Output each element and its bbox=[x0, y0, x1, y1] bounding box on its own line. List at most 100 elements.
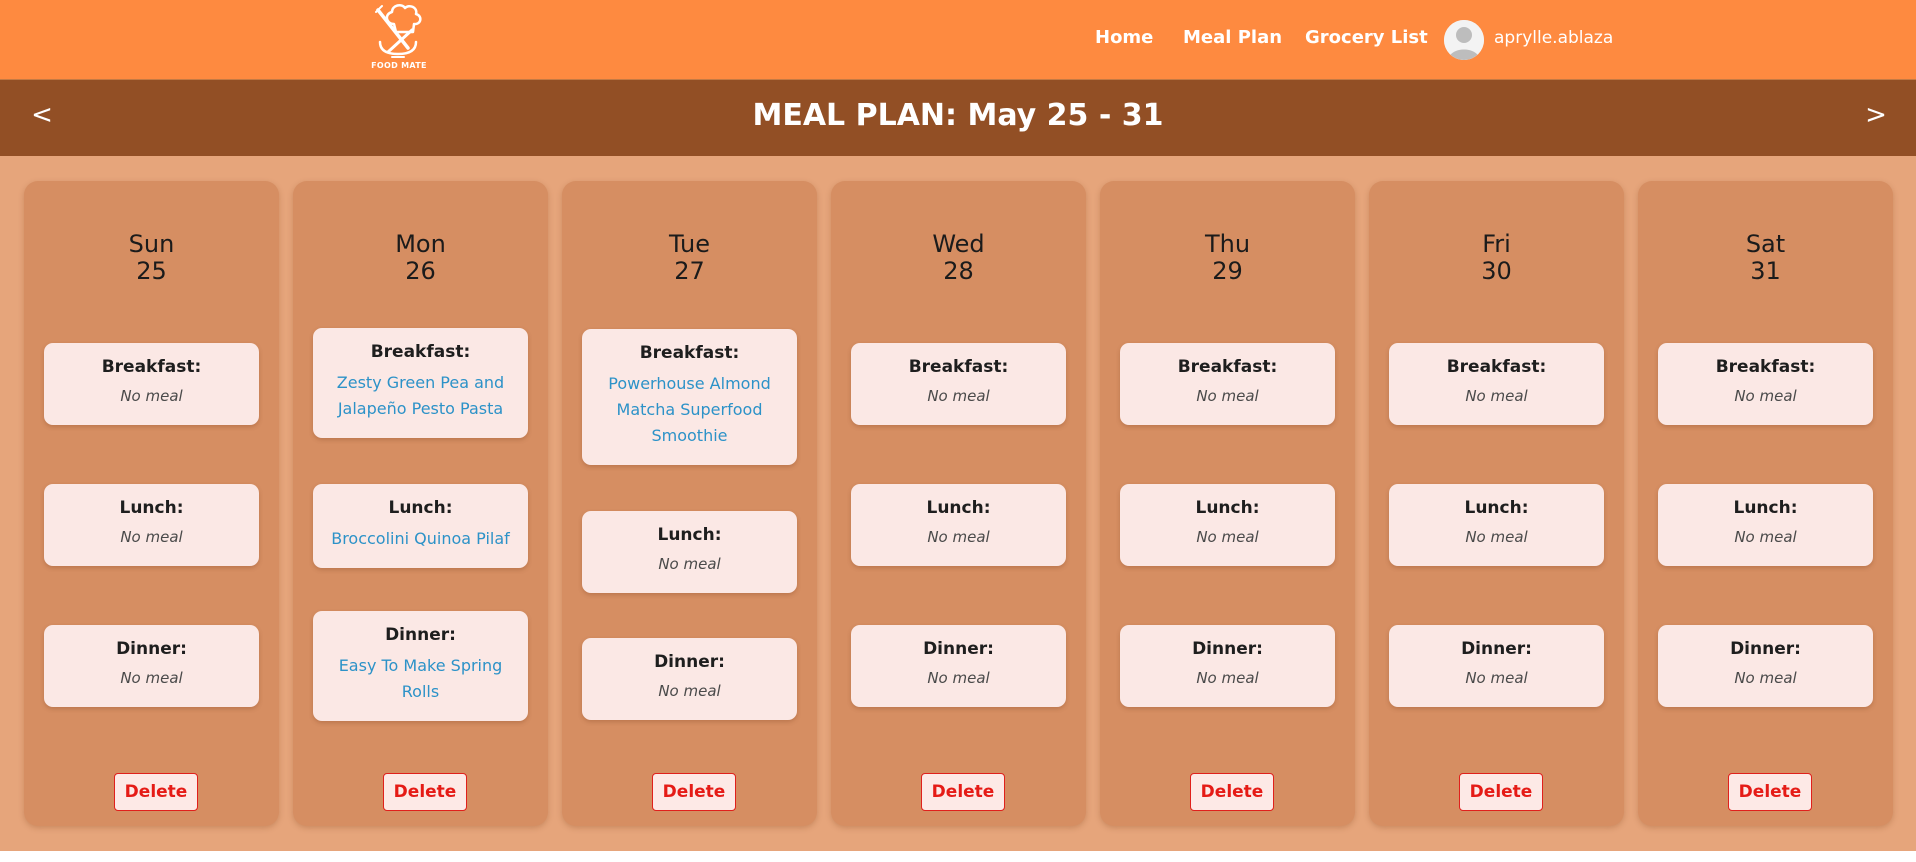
dinner-card: Dinner: No meal bbox=[851, 625, 1066, 707]
day-column-fri: Fri 30 Breakfast: No meal Lunch: No meal… bbox=[1369, 181, 1624, 826]
breakfast-label: Breakfast: bbox=[639, 343, 740, 363]
dinner-card: Dinner: No meal bbox=[1658, 625, 1873, 707]
day-column-mon: Mon 26 Breakfast: Zesty Green Pea and Ja… bbox=[293, 181, 548, 826]
day-column-sat: Sat 31 Breakfast: No meal Lunch: No meal… bbox=[1638, 181, 1893, 826]
nav-home-link[interactable]: Home bbox=[1095, 27, 1153, 48]
breakfast-empty: No meal bbox=[1465, 387, 1528, 405]
lunch-recipe-link[interactable]: Broccolini Quinoa Pilaf bbox=[313, 526, 528, 552]
breakfast-label: Breakfast: bbox=[1177, 357, 1278, 377]
breakfast-empty: No meal bbox=[927, 387, 990, 405]
breakfast-label: Breakfast: bbox=[1446, 357, 1547, 377]
user-avatar-icon[interactable] bbox=[1444, 20, 1484, 60]
dinner-card: Dinner: No meal bbox=[1389, 625, 1604, 707]
breakfast-empty: No meal bbox=[1196, 387, 1259, 405]
next-week-button[interactable]: > bbox=[1861, 100, 1891, 130]
day-header: Mon 26 bbox=[293, 231, 548, 285]
chef-hat-utensils-icon bbox=[375, 3, 422, 58]
day-date: 26 bbox=[405, 257, 436, 285]
dinner-card: Dinner: No meal bbox=[582, 638, 797, 720]
day-header: Tue 27 bbox=[562, 231, 817, 285]
delete-button[interactable]: Delete bbox=[921, 773, 1005, 811]
day-name: Sat bbox=[1745, 230, 1786, 258]
day-column-thu: Thu 29 Breakfast: No meal Lunch: No meal… bbox=[1100, 181, 1355, 826]
lunch-label: Lunch: bbox=[1195, 498, 1260, 518]
logo-text: FOOD MATE bbox=[371, 61, 427, 70]
dinner-empty: No meal bbox=[1734, 669, 1797, 687]
breakfast-recipe-link[interactable]: Zesty Green Pea and Jalapeño Pesto Pasta bbox=[313, 370, 528, 422]
breakfast-card: Breakfast: Zesty Green Pea and Jalapeño … bbox=[313, 328, 528, 438]
day-name: Thu bbox=[1204, 230, 1251, 258]
breakfast-label: Breakfast: bbox=[370, 342, 471, 362]
lunch-label: Lunch: bbox=[1464, 498, 1529, 518]
lunch-card: Lunch: No meal bbox=[1658, 484, 1873, 566]
nav-meal-plan-link[interactable]: Meal Plan bbox=[1183, 27, 1282, 48]
dinner-empty: No meal bbox=[658, 682, 721, 700]
day-column-wed: Wed 28 Breakfast: No meal Lunch: No meal… bbox=[831, 181, 1086, 826]
page-title: MEAL PLAN: May 25 - 31 bbox=[752, 98, 1164, 133]
lunch-label: Lunch: bbox=[388, 498, 453, 518]
day-date: 28 bbox=[943, 257, 974, 285]
breakfast-recipe-link[interactable]: Powerhouse Almond Matcha Superfood Smoot… bbox=[582, 371, 797, 449]
delete-button[interactable]: Delete bbox=[652, 773, 736, 811]
dinner-label: Dinner: bbox=[116, 639, 187, 659]
breakfast-label: Breakfast: bbox=[908, 357, 1009, 377]
dinner-empty: No meal bbox=[1465, 669, 1528, 687]
lunch-empty: No meal bbox=[927, 528, 990, 546]
lunch-empty: No meal bbox=[1196, 528, 1259, 546]
day-name: Tue bbox=[669, 230, 710, 258]
dinner-empty: No meal bbox=[120, 669, 183, 687]
lunch-empty: No meal bbox=[1465, 528, 1528, 546]
dinner-recipe-link[interactable]: Easy To Make Spring Rolls bbox=[313, 653, 528, 705]
lunch-label: Lunch: bbox=[657, 525, 722, 545]
day-date: 25 bbox=[136, 257, 167, 285]
lunch-empty: No meal bbox=[658, 555, 721, 573]
week-planner: Sun 25 Breakfast: No meal Lunch: No meal… bbox=[0, 156, 1916, 851]
breakfast-card: Breakfast: No meal bbox=[44, 343, 259, 425]
lunch-label: Lunch: bbox=[926, 498, 991, 518]
lunch-card: Lunch: No meal bbox=[1389, 484, 1604, 566]
breakfast-empty: No meal bbox=[1734, 387, 1797, 405]
day-name: Wed bbox=[932, 230, 985, 258]
delete-button[interactable]: Delete bbox=[1728, 773, 1812, 811]
username[interactable]: aprylle.ablaza bbox=[1494, 28, 1613, 48]
delete-button[interactable]: Delete bbox=[383, 773, 467, 811]
dinner-label: Dinner: bbox=[923, 639, 994, 659]
dinner-empty: No meal bbox=[1196, 669, 1259, 687]
lunch-empty: No meal bbox=[120, 528, 183, 546]
dinner-label: Dinner: bbox=[385, 625, 456, 645]
day-header: Thu 29 bbox=[1100, 231, 1355, 285]
dinner-label: Dinner: bbox=[1461, 639, 1532, 659]
lunch-card: Lunch: No meal bbox=[1120, 484, 1335, 566]
meal-plan-header: < MEAL PLAN: May 25 - 31 > bbox=[0, 79, 1916, 156]
day-name: Fri bbox=[1482, 230, 1511, 258]
day-name: Sun bbox=[128, 230, 175, 258]
day-date: 29 bbox=[1212, 257, 1243, 285]
dinner-label: Dinner: bbox=[654, 652, 725, 672]
dinner-empty: No meal bbox=[927, 669, 990, 687]
day-date: 30 bbox=[1481, 257, 1512, 285]
day-name: Mon bbox=[395, 230, 446, 258]
delete-button[interactable]: Delete bbox=[1190, 773, 1274, 811]
dinner-label: Dinner: bbox=[1730, 639, 1801, 659]
lunch-empty: No meal bbox=[1734, 528, 1797, 546]
day-column-sun: Sun 25 Breakfast: No meal Lunch: No meal… bbox=[24, 181, 279, 826]
breakfast-label: Breakfast: bbox=[101, 357, 202, 377]
delete-button[interactable]: Delete bbox=[1459, 773, 1543, 811]
day-header: Sat 31 bbox=[1638, 231, 1893, 285]
dinner-card: Dinner: No meal bbox=[1120, 625, 1335, 707]
breakfast-card: Breakfast: Powerhouse Almond Matcha Supe… bbox=[582, 329, 797, 465]
dinner-card: Dinner: Easy To Make Spring Rolls bbox=[313, 611, 528, 721]
delete-button[interactable]: Delete bbox=[114, 773, 198, 811]
food-mate-logo[interactable]: FOOD MATE bbox=[364, 2, 434, 74]
lunch-card: Lunch: No meal bbox=[582, 511, 797, 593]
nav-grocery-list-link[interactable]: Grocery List bbox=[1305, 27, 1428, 48]
breakfast-card: Breakfast: No meal bbox=[851, 343, 1066, 425]
day-header: Wed 28 bbox=[831, 231, 1086, 285]
lunch-card: Lunch: No meal bbox=[44, 484, 259, 566]
lunch-label: Lunch: bbox=[1733, 498, 1798, 518]
breakfast-empty: No meal bbox=[120, 387, 183, 405]
day-date: 27 bbox=[674, 257, 705, 285]
breakfast-card: Breakfast: No meal bbox=[1658, 343, 1873, 425]
dinner-card: Dinner: No meal bbox=[44, 625, 259, 707]
day-header: Sun 25 bbox=[24, 231, 279, 285]
